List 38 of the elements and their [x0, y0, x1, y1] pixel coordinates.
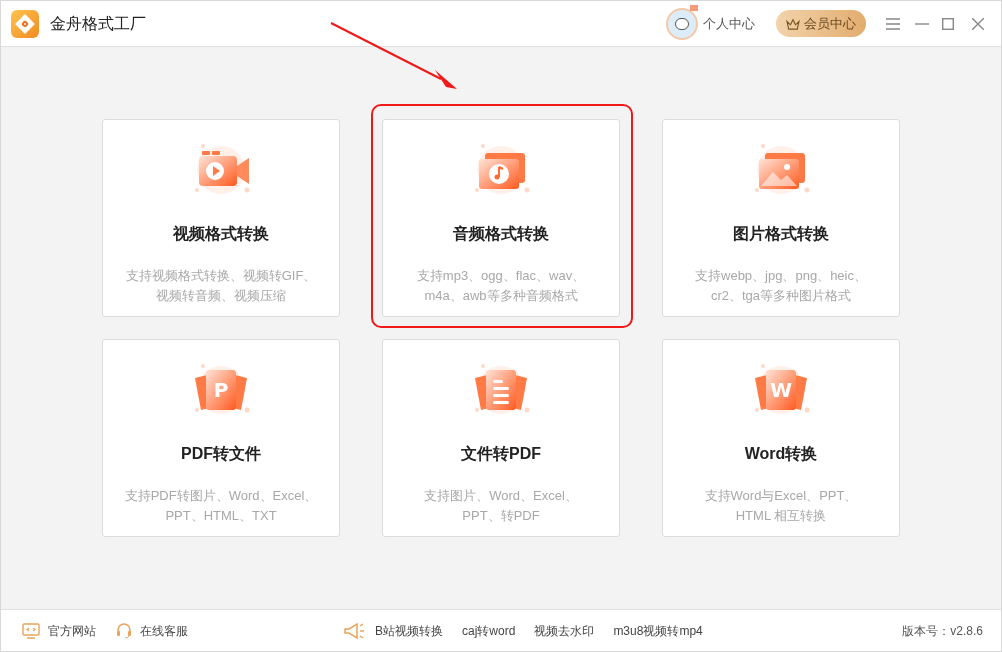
card-description: 支持mp3、ogg、flac、wav、 m4a、awb等多种音频格式	[416, 267, 586, 305]
quick-link[interactable]: 视频去水印	[534, 621, 595, 640]
quick-link[interactable]: caj转word	[462, 621, 516, 640]
menu-icon[interactable]	[886, 17, 900, 30]
card-title: 音频格式转换	[453, 224, 549, 244]
feature-card[interactable]: 图片格式转换 支持webp、jpg、png、heic、 cr2、tga等多种图片格式	[662, 119, 900, 317]
app-logo-icon	[11, 9, 39, 38]
minimize-icon[interactable]	[915, 22, 929, 25]
card-description: 支持视频格式转换、视频转GIF、 视频转音频、视频压缩	[125, 267, 317, 305]
card-description: 支持PDF转图片、Word、Excel、 PPT、HTML、TXT	[124, 487, 318, 525]
website-link[interactable]: 官方网站	[22, 621, 96, 640]
monitor-icon	[22, 622, 40, 639]
user-center-link[interactable]: 个人中心	[703, 13, 755, 34]
card-title: 视频格式转换	[173, 224, 269, 244]
support-link[interactable]: 在线客服	[116, 621, 188, 640]
megaphone-icon	[343, 621, 365, 640]
quick-link[interactable]: B站视频转换	[375, 621, 443, 640]
feature-card[interactable]: W Word转换 支持Word与Excel、PPT、 HTML 相互转换	[662, 339, 900, 537]
quick-link[interactable]: m3u8视频转mp4	[613, 621, 703, 640]
maximize-icon[interactable]	[942, 17, 954, 30]
vip-center-button[interactable]: 会员中心	[776, 10, 866, 37]
version-label: 版本号：v2.8.6	[902, 622, 983, 640]
crown-icon	[786, 17, 800, 30]
feature-card[interactable]: 音频格式转换 支持mp3、ogg、flac、wav、 m4a、awb等多种音频格式	[382, 119, 620, 317]
card-title: Word转换	[744, 444, 818, 464]
card-title: 文件转PDF	[461, 444, 541, 464]
window-title: 金舟格式工厂	[50, 13, 146, 34]
card-description: 支持webp、jpg、png、heic、 cr2、tga等多种图片格式	[695, 267, 867, 305]
card-description: 支持图片、Word、Excel、 PPT、转PDF	[424, 487, 578, 525]
feature-card[interactable]: 视频格式转换 支持视频格式转换、视频转GIF、 视频转音频、视频压缩	[102, 119, 340, 317]
feature-card[interactable]: 文件转PDF 支持图片、Word、Excel、 PPT、转PDF	[382, 339, 620, 537]
close-icon[interactable]	[972, 17, 984, 30]
feature-card[interactable]: P PDF转文件 支持PDF转图片、Word、Excel、 PPT、HTML、TXT	[102, 339, 340, 537]
card-description: 支持Word与Excel、PPT、 HTML 相互转换	[704, 487, 858, 525]
card-title: 图片格式转换	[733, 224, 829, 244]
avatar-icon[interactable]	[666, 7, 698, 40]
card-title: PDF转文件	[181, 444, 261, 464]
headset-icon	[116, 622, 132, 639]
